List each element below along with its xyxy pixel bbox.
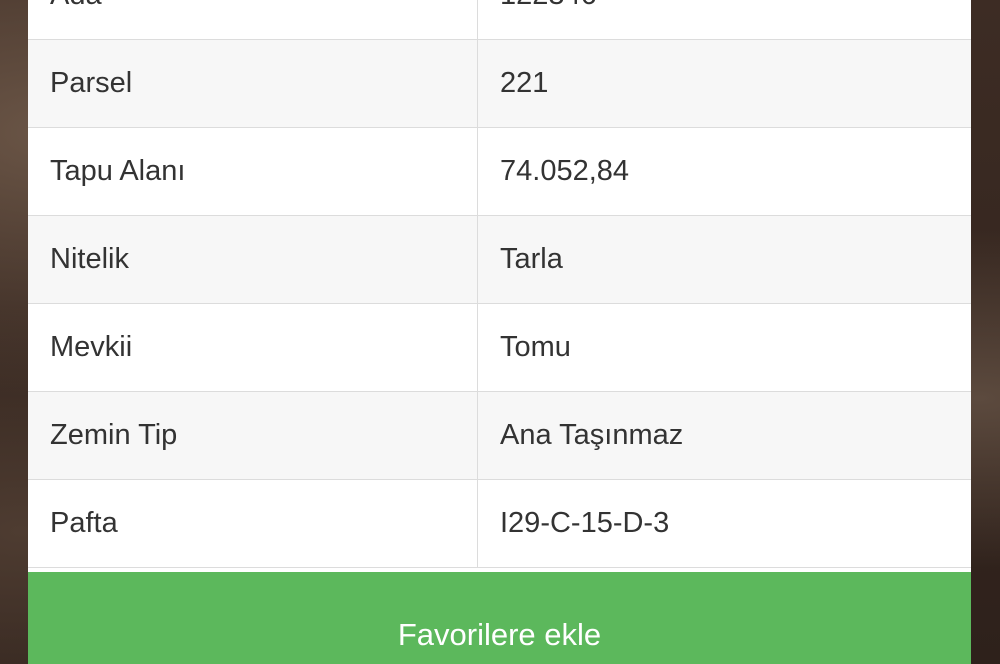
table-row-ada: Ada 122346 bbox=[28, 0, 971, 40]
table-row-tapu-alani: Tapu Alanı 74.052,84 bbox=[28, 127, 971, 216]
parcel-info-table: Ada 122346 Parsel 221 Tapu Alanı 74.052,… bbox=[28, 0, 971, 568]
row-value: I29-C-15-D-3 bbox=[477, 479, 971, 568]
row-label: Nitelik bbox=[28, 215, 478, 304]
row-label: Tapu Alanı bbox=[28, 127, 478, 216]
row-label: Mevkii bbox=[28, 303, 478, 392]
table-row-parsel: Parsel 221 bbox=[28, 39, 971, 128]
row-label: Pafta bbox=[28, 479, 478, 568]
row-value: 221 bbox=[477, 39, 971, 128]
table-row-zemin-tip: Zemin Tip Ana Taşınmaz bbox=[28, 391, 971, 480]
row-value: Ana Taşınmaz bbox=[477, 391, 971, 480]
table-row-pafta: Pafta I29-C-15-D-3 bbox=[28, 479, 971, 568]
row-value: 74.052,84 bbox=[477, 127, 971, 216]
row-value: Tomu bbox=[477, 303, 971, 392]
row-value: 122346 bbox=[477, 0, 971, 40]
table-row-nitelik: Nitelik Tarla bbox=[28, 215, 971, 304]
add-to-favorites-button[interactable]: Favorilere ekle bbox=[28, 572, 971, 664]
table-row-mevkii: Mevkii Tomu bbox=[28, 303, 971, 392]
row-value: Tarla bbox=[477, 215, 971, 304]
parcel-info-dialog: Ada 122346 Parsel 221 Tapu Alanı 74.052,… bbox=[28, 0, 971, 664]
row-label: Zemin Tip bbox=[28, 391, 478, 480]
row-label: Ada bbox=[28, 0, 478, 40]
row-label: Parsel bbox=[28, 39, 478, 128]
